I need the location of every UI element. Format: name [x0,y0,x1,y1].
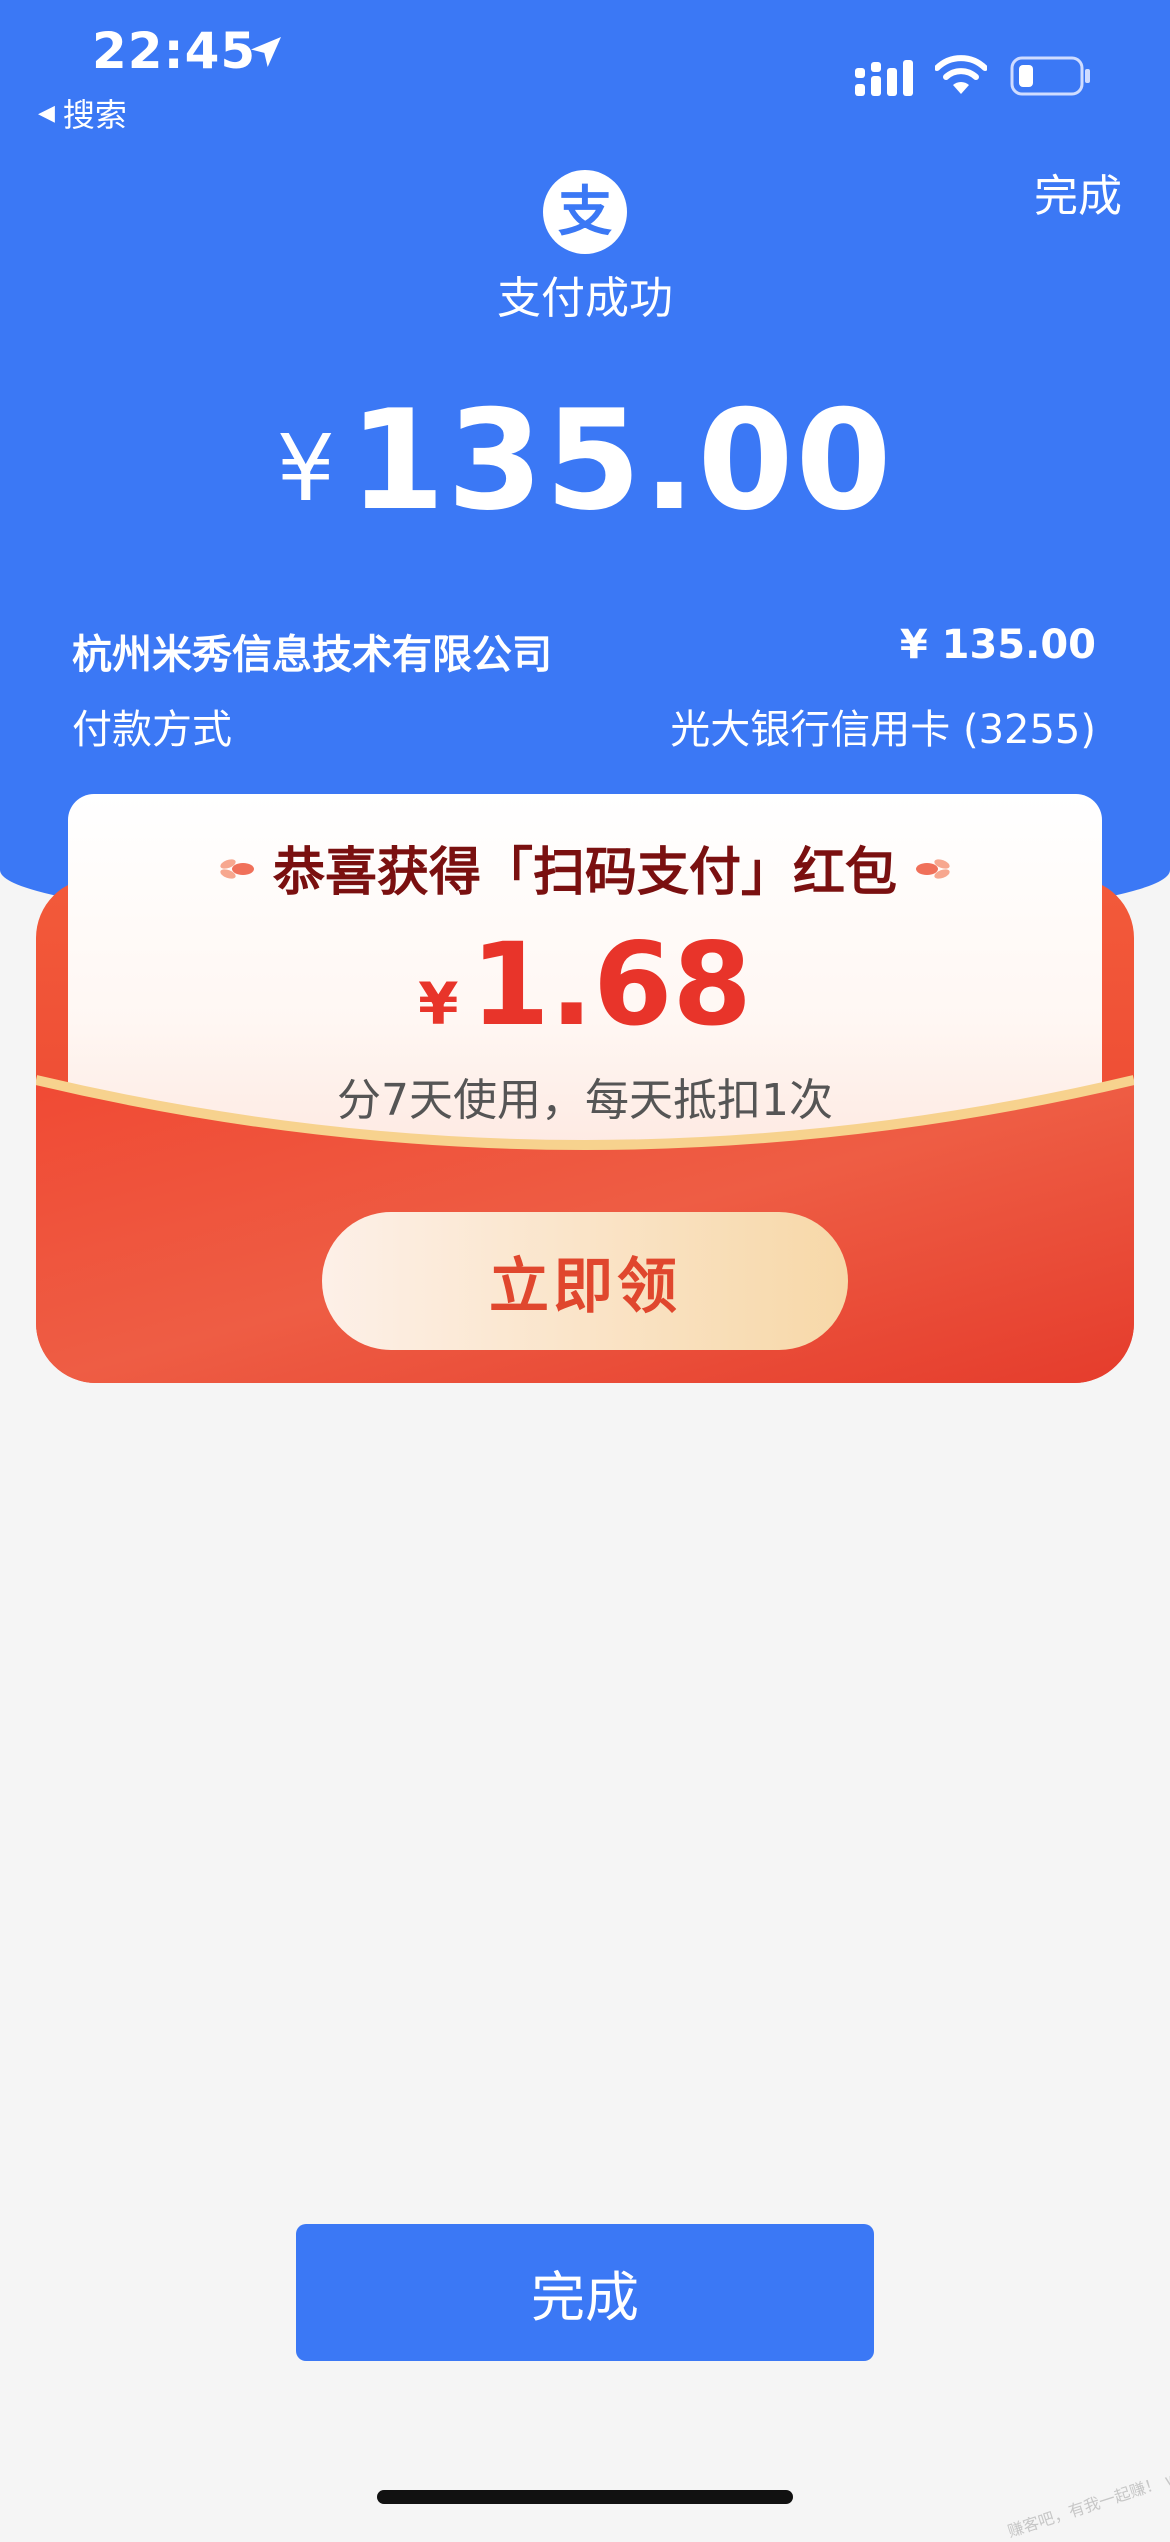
merchant-name: 杭州米秀信息技术有限公司 [72,632,552,678]
payment-status: 支付成功 [497,273,673,324]
payment-method-row: 付款方式 光大银行信用卡 (3255) [72,697,1096,755]
signal-icon [855,60,913,96]
location-arrow-icon [251,37,281,67]
done-button[interactable]: 完成 [296,2224,874,2361]
payment-method-value: 光大银行信用卡 (3255) [670,707,1096,753]
petal-right-icon [916,859,950,879]
merchant-amount: ¥ 135.00 [899,622,1096,668]
amount-value: 135.00 [349,380,894,541]
merchant-row: 杭州米秀信息技术有限公司 ¥ 135.00 [72,622,1096,680]
back-to-app-button[interactable]: ◀ 搜索 [38,90,127,136]
back-app-label: 搜索 [62,96,127,134]
watermark: 赚客吧，有我一起赚！ www.zuanke8.com [1005,2425,1170,2542]
petal-left-icon [220,859,254,879]
home-indicator[interactable] [377,2490,793,2504]
amount-currency: ¥ [276,415,335,522]
status-time: 22:45 [92,22,257,80]
alipay-logo-icon: 支 [543,170,627,254]
red-packet-title: 恭喜获得「扫码支付」红包 [272,843,897,903]
red-packet-amount: ¥1.68 [68,918,1102,1051]
payment-amount: ¥135.00 [0,380,1170,541]
red-packet-title-row: 恭喜获得「扫码支付」红包 [68,830,1102,905]
top-done-button[interactable]: 完成 [1034,160,1122,224]
back-triangle-icon: ◀ [38,100,55,126]
logo-char: 支 [558,180,612,243]
claim-red-packet-button[interactable]: 立即领 [322,1212,848,1350]
wifi-icon [935,55,987,94]
battery-icon [1010,56,1090,96]
red-packet-currency: ¥ [418,970,459,1038]
red-packet-value: 1.68 [470,918,752,1051]
payment-method-label: 付款方式 [72,707,232,753]
